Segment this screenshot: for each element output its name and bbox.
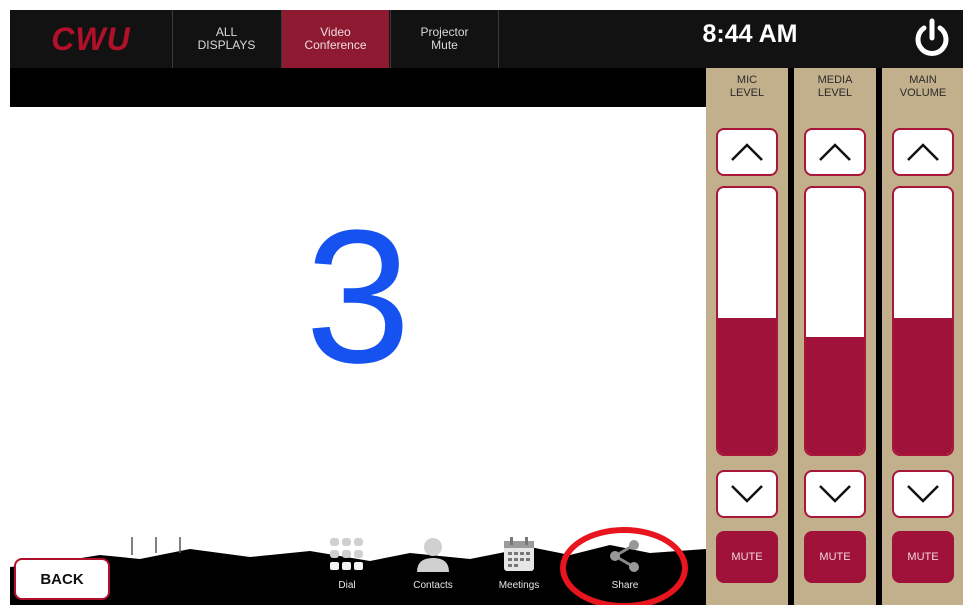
power-button[interactable] bbox=[910, 16, 954, 60]
media-mute-button[interactable]: MUTE bbox=[804, 531, 866, 583]
dock-contacts-label: Contacts bbox=[413, 580, 453, 591]
mic-level-up-button[interactable] bbox=[716, 128, 778, 176]
logo-text: CWU bbox=[51, 20, 131, 57]
dock-share-label: Share bbox=[611, 580, 639, 591]
video-content-area: 3 bbox=[10, 107, 706, 605]
chevron-up-icon bbox=[819, 143, 851, 161]
main-volume-down-button[interactable] bbox=[892, 470, 954, 518]
dock-meetings-label: Meetings bbox=[498, 580, 540, 591]
chevron-down-icon bbox=[907, 485, 939, 503]
nav-divider bbox=[498, 10, 499, 68]
top-bar: CWU ALL DISPLAYS Video Conference Projec… bbox=[10, 10, 963, 68]
mic-level-column: MIC LEVEL MUTE bbox=[706, 68, 788, 605]
dock-meetings[interactable]: Meetings bbox=[484, 536, 554, 602]
mic-level-fill bbox=[718, 318, 776, 454]
tab-video-conference[interactable]: Video Conference bbox=[281, 10, 389, 68]
media-level-slider[interactable] bbox=[804, 186, 866, 456]
share-icon bbox=[610, 540, 639, 572]
overlay-number: 3 bbox=[305, 191, 411, 403]
dock-share[interactable]: Share bbox=[590, 536, 660, 602]
main-volume-fill bbox=[894, 318, 952, 454]
chevron-down-icon bbox=[731, 485, 763, 503]
main-mute-button[interactable]: MUTE bbox=[892, 531, 954, 583]
chevron-down-icon bbox=[819, 485, 851, 503]
back-button[interactable]: BACK bbox=[14, 558, 110, 600]
media-level-down-button[interactable] bbox=[804, 470, 866, 518]
main-volume-column: MAIN VOLUME MUTE bbox=[882, 68, 963, 605]
media-level-fill bbox=[806, 336, 864, 454]
chevron-up-icon bbox=[907, 143, 939, 161]
main-volume-slider[interactable] bbox=[892, 186, 954, 456]
dock-dial-label: Dial bbox=[338, 580, 356, 591]
power-icon bbox=[915, 18, 949, 56]
dock-dial[interactable]: Dial bbox=[312, 536, 382, 602]
media-level-column: MEDIA LEVEL MUTE bbox=[794, 68, 876, 605]
chevron-up-icon bbox=[731, 143, 763, 161]
main-volume-label: MAIN VOLUME bbox=[899, 74, 947, 99]
contacts-icon bbox=[417, 538, 449, 572]
level-panel: MIC LEVEL MUTE MEDIA LEVEL MUTE MAIN VOL… bbox=[706, 68, 963, 605]
control-panel: CWU ALL DISPLAYS Video Conference Projec… bbox=[10, 10, 963, 605]
mic-level-down-button[interactable] bbox=[716, 470, 778, 518]
tab-projector-mute[interactable]: Projector Mute bbox=[390, 10, 498, 68]
dock-contacts[interactable]: Contacts bbox=[398, 536, 468, 602]
mic-level-slider[interactable] bbox=[716, 186, 778, 456]
calendar-icon bbox=[504, 537, 534, 571]
dial-keypad-icon bbox=[330, 538, 363, 570]
mic-mute-button[interactable]: MUTE bbox=[716, 531, 778, 583]
tab-all-displays[interactable]: ALL DISPLAYS bbox=[172, 10, 280, 68]
clock: 8:44 AM bbox=[702, 20, 798, 48]
main-volume-up-button[interactable] bbox=[892, 128, 954, 176]
media-level-up-button[interactable] bbox=[804, 128, 866, 176]
media-level-label: MEDIA LEVEL bbox=[817, 74, 853, 99]
cwu-logo: CWU bbox=[10, 10, 172, 68]
mic-level-label: MIC LEVEL bbox=[729, 74, 765, 99]
